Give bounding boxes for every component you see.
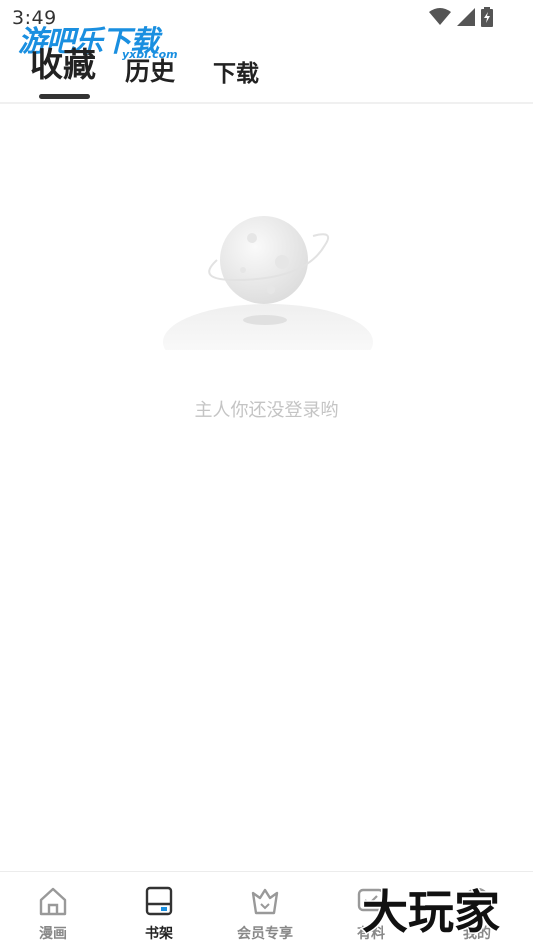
nav-item-bookshelf[interactable]: 书架: [106, 872, 212, 948]
shelf-tabs: 收藏 历史 下载: [0, 40, 533, 104]
nav-item-vip[interactable]: 会员专享: [212, 872, 318, 948]
bottom-navigation: 漫画 书架 会员专享 有料 我的: [0, 871, 533, 948]
home-icon: [39, 887, 67, 916]
nav-item-comics[interactable]: 漫画: [0, 872, 106, 948]
profile-icon: [463, 887, 491, 915]
empty-state-message: 主人你还没登录哟: [194, 400, 339, 421]
nav-label-discover: 有料: [357, 926, 385, 942]
tabs-divider: [0, 102, 533, 104]
planet-icon: [163, 216, 373, 380]
cellular-signal-icon: [457, 8, 475, 26]
nav-label-comics: 漫画: [39, 926, 67, 942]
wifi-icon: [429, 8, 451, 25]
nav-item-profile[interactable]: 我的: [424, 872, 530, 948]
vip-crown-icon: [251, 888, 279, 915]
status-bar: 3:49: [0, 0, 533, 36]
battery-icon: [481, 7, 493, 27]
status-time: 3:49: [12, 7, 57, 29]
empty-planet-illustration: [155, 200, 385, 380]
nav-item-discover[interactable]: 有料: [318, 872, 424, 948]
nav-label-bookshelf: 书架: [145, 926, 173, 942]
active-tab-indicator: [39, 94, 90, 99]
chat-icon: [357, 888, 385, 912]
nav-label-profile: 我的: [463, 926, 491, 942]
tab-favorites[interactable]: 收藏: [30, 38, 96, 86]
tab-history[interactable]: 历史: [125, 52, 175, 88]
status-icons: [429, 7, 493, 27]
tab-downloads[interactable]: 下载: [213, 54, 259, 88]
nav-label-vip: 会员专享: [237, 926, 293, 942]
bookshelf-icon: [145, 886, 173, 916]
